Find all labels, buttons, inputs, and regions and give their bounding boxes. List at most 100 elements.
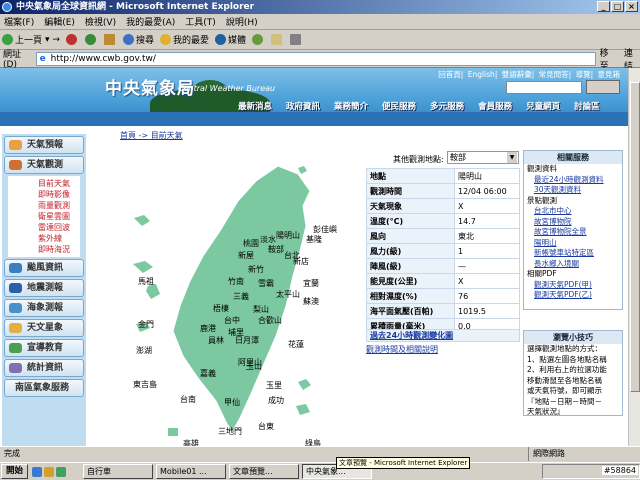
refresh-button[interactable] [84, 31, 98, 49]
breadcrumb-home[interactable]: 首頁 [120, 131, 136, 140]
map-station-label[interactable]: 嘉義 [200, 368, 216, 379]
media-button[interactable]: 媒體 [214, 31, 246, 49]
sidebar-item-marine[interactable]: 海象測報 [4, 299, 84, 317]
map-station-label[interactable]: 玉山 [246, 361, 262, 372]
map-station-label[interactable]: 鞍部 [268, 244, 284, 255]
map-station-label[interactable]: 合歡山 [258, 315, 282, 326]
map-station-label[interactable]: 雪霸 [258, 278, 274, 289]
sidebar-item-observation[interactable]: 天氣觀測 [4, 156, 84, 174]
task-mobile01[interactable]: Mobile01 ... [156, 464, 227, 479]
related-link[interactable]: 故宮博物院 [524, 217, 622, 228]
map-station-label[interactable]: 新竹 [248, 264, 264, 275]
task-preview[interactable]: 文章預覽... [229, 464, 300, 479]
print-button[interactable] [289, 31, 303, 49]
start-button[interactable]: 開始 [1, 464, 29, 479]
station-select[interactable]: 鞍部 [447, 151, 519, 164]
url-input[interactable]: http://www.cwb.gov.tw/ [35, 51, 596, 66]
past-24h-chart-link[interactable]: 過去24小時觀測變化圖 [366, 329, 520, 342]
desktop-quicklaunch-icon[interactable] [44, 466, 55, 477]
vertical-scrollbar[interactable] [628, 68, 640, 446]
site-search-button[interactable] [586, 80, 620, 94]
home-button[interactable] [103, 31, 117, 49]
map-station-label[interactable]: 台東 [258, 421, 274, 432]
map-station-label[interactable]: 蘇澳 [303, 296, 319, 307]
map-station-label[interactable]: 玉里 [266, 380, 282, 391]
map-station-label[interactable]: 甲仙 [224, 397, 240, 408]
ie-quicklaunch-icon[interactable] [32, 466, 43, 477]
related-link[interactable]: 陽明山 [524, 238, 622, 249]
map-station-label[interactable]: 金門 [138, 319, 154, 330]
top-link-feedback[interactable]: 意見箱 [598, 70, 621, 79]
history-button[interactable] [251, 31, 265, 49]
map-station-label[interactable]: 台南 [180, 394, 196, 405]
sub-rainfall[interactable]: 雨量觀測 [38, 200, 80, 211]
related-link[interactable]: 30天觀測資料 [524, 185, 622, 196]
observation-note-link[interactable]: 觀測時間及相關說明 [366, 344, 438, 355]
related-link[interactable]: 長水鄉入境關 [524, 259, 622, 270]
top-link-glossary[interactable]: 雙語辭彙 [502, 70, 532, 79]
map-station-label[interactable]: 陽明山 [276, 230, 300, 241]
top-link-faq[interactable]: 常見問答 [539, 70, 569, 79]
related-link[interactable]: 最近24小時觀測資料 [524, 175, 622, 186]
menu-favorites[interactable]: 我的最愛(A) [126, 15, 175, 28]
nav-forum[interactable]: 討論區 [574, 100, 600, 112]
map-station-label[interactable]: 澎湖 [136, 345, 152, 356]
menu-tools[interactable]: 工具(T) [185, 15, 216, 28]
menu-edit[interactable]: 編輯(E) [44, 15, 75, 28]
sub-uv[interactable]: 紫外線 [38, 233, 80, 244]
map-station-label[interactable]: 新店 [293, 256, 309, 267]
map-station-label[interactable]: 梧棲 [213, 303, 229, 314]
map-station-label[interactable]: 成功 [268, 395, 284, 406]
stop-button[interactable] [65, 31, 79, 49]
sidebar-item-statistics[interactable]: 統計資訊 [4, 359, 84, 377]
scroll-thumb[interactable] [630, 82, 640, 392]
sidebar-item-education[interactable]: 宣導教育 [4, 339, 84, 357]
menu-file[interactable]: 檔案(F) [4, 15, 34, 28]
map-station-label[interactable]: 三義 [233, 291, 249, 302]
related-link[interactable]: 新帳號車站特定區 [524, 248, 622, 259]
menu-help[interactable]: 說明(H) [226, 15, 258, 28]
map-station-label[interactable]: 綠島 [305, 438, 321, 446]
close-button[interactable]: × [625, 1, 638, 12]
map-station-label[interactable]: 基隆 [306, 234, 322, 245]
menu-view[interactable]: 檢視(V) [85, 15, 116, 28]
nav-services[interactable]: 便民服務 [382, 100, 416, 112]
site-search-input[interactable] [506, 81, 582, 94]
map-station-label[interactable]: 新屋 [238, 250, 254, 261]
map-station-label[interactable]: 日月潭 [235, 335, 259, 346]
minimize-button[interactable]: _ [597, 1, 610, 12]
folder-quicklaunch-icon[interactable] [56, 466, 67, 477]
nav-about[interactable]: 業務簡介 [334, 100, 368, 112]
top-link-english[interactable]: English [468, 70, 495, 79]
map-station-label[interactable]: 桃園 [243, 238, 259, 249]
sub-sea[interactable]: 即時海況 [38, 244, 80, 255]
sub-current-weather[interactable]: 目前天氣 [38, 178, 80, 189]
breadcrumb-current[interactable]: 目前天氣 [151, 131, 183, 140]
map-station-label[interactable]: 宜蘭 [303, 278, 319, 289]
map-station-label[interactable]: 鹿港 [200, 323, 216, 334]
map-station-label[interactable]: 花蓮 [288, 339, 304, 350]
sidebar-item-south[interactable]: 南區氣象服務 [4, 379, 84, 397]
map-station-label[interactable]: 三地門 [218, 426, 242, 437]
top-link-home[interactable]: 回首頁 [438, 70, 461, 79]
nav-gov-info[interactable]: 政府資訊 [286, 100, 320, 112]
nav-multi[interactable]: 多元服務 [430, 100, 464, 112]
task-bike[interactable]: 自行車 [83, 464, 154, 479]
sidebar-item-forecast[interactable]: 天氣預報 [4, 136, 84, 154]
sub-live-image[interactable]: 即時影像 [38, 189, 80, 200]
nav-member[interactable]: 會員服務 [478, 100, 512, 112]
mail-button[interactable] [270, 31, 284, 49]
sidebar-item-astronomy[interactable]: 天文星象 [4, 319, 84, 337]
related-link[interactable]: 故宮博物院全景 [524, 227, 622, 238]
search-button[interactable]: 搜尋 [122, 31, 154, 49]
map-station-label[interactable]: 馬祖 [138, 276, 154, 287]
top-link-guide[interactable]: 導覽 [576, 70, 591, 79]
map-station-label[interactable]: 台中 [224, 315, 240, 326]
sidebar-item-earthquake[interactable]: 地震測報 [4, 279, 84, 297]
nav-kids[interactable]: 兒童網頁 [526, 100, 560, 112]
map-station-label[interactable]: 東吉島 [133, 379, 157, 390]
related-link[interactable]: 台北市中心 [524, 206, 622, 217]
favorites-button[interactable]: 我的最愛 [159, 31, 209, 49]
sidebar-item-typhoon[interactable]: 颱風資訊 [4, 259, 84, 277]
sub-radar[interactable]: 雷達回波 [38, 222, 80, 233]
